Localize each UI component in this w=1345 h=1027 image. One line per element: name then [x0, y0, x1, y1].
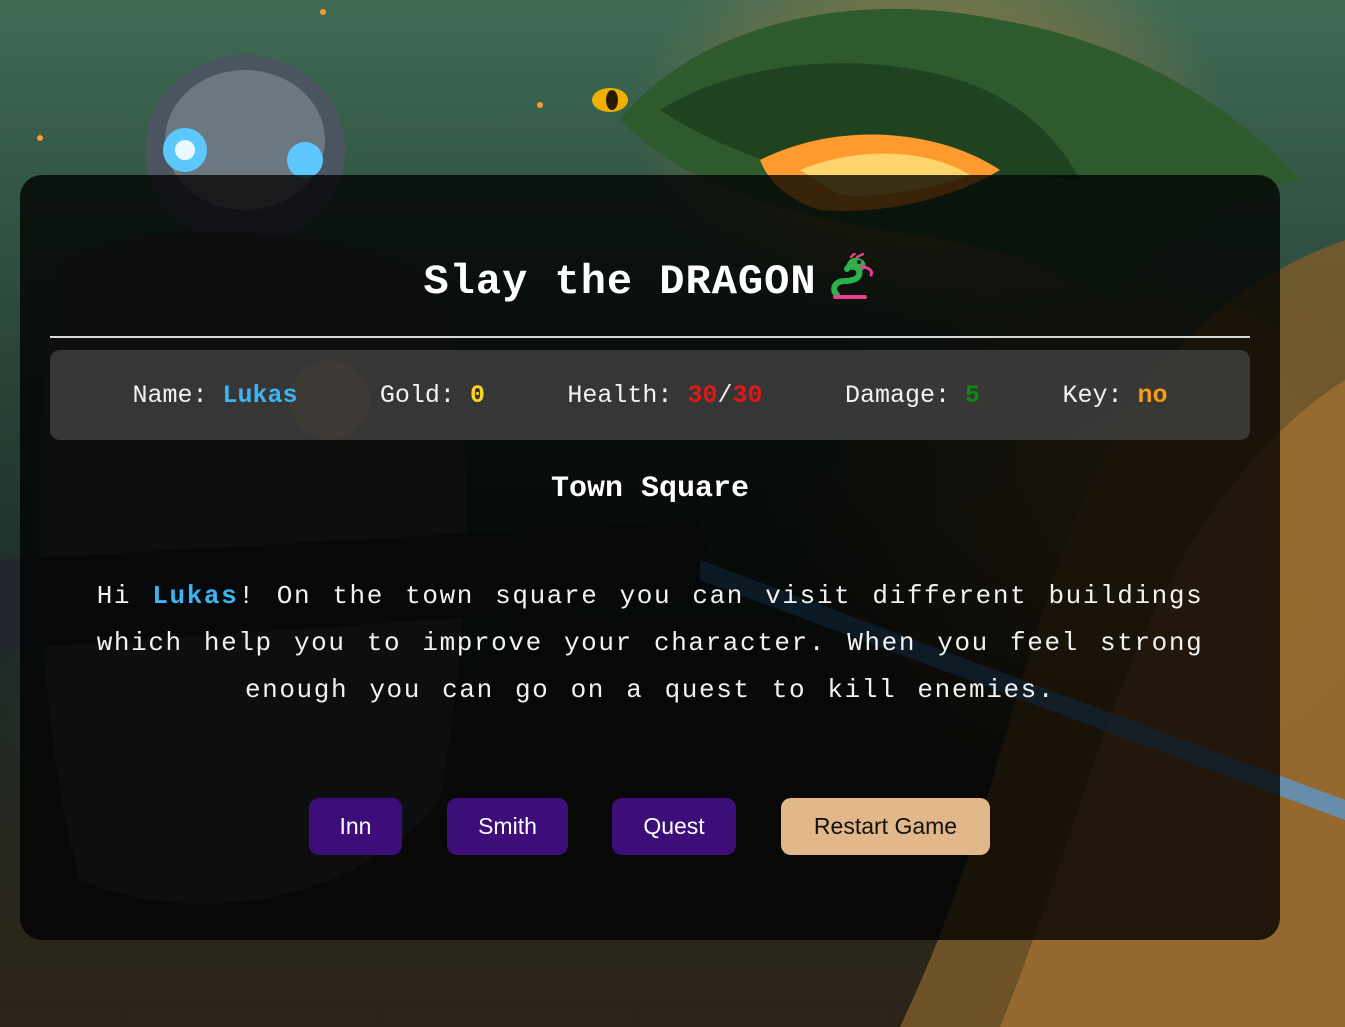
stat-damage-value: 5	[964, 380, 980, 410]
description-greeting: Hi	[96, 581, 153, 611]
stat-health-separator: /	[717, 380, 733, 410]
quest-button[interactable]: Quest	[612, 798, 736, 855]
game-title-text: Slay the DRAGON	[423, 258, 817, 306]
stat-damage: Damage: 5	[845, 381, 980, 410]
location-title: Town Square	[550, 472, 750, 506]
action-buttons: Inn Smith Quest Restart Game	[20, 798, 1280, 856]
smith-button[interactable]: Smith	[447, 798, 568, 855]
inn-button[interactable]: Inn	[309, 798, 402, 855]
stat-gold-value: 0	[469, 380, 485, 410]
stats-bar: Name: Lukas Gold: 0 Health: 30/30 Damage…	[50, 350, 1250, 440]
stat-health-max: 30	[732, 380, 763, 410]
stat-gold-label: Gold:	[379, 380, 455, 410]
stat-gold: Gold: 0	[380, 381, 485, 410]
stat-key-label: Key:	[1062, 380, 1123, 410]
stat-health: Health: 30/30	[567, 381, 762, 410]
game-title: Slay the DRAGON	[20, 251, 1280, 306]
title-divider	[50, 336, 1250, 338]
stat-health-current: 30	[687, 380, 718, 410]
restart-game-button[interactable]: Restart Game	[781, 798, 990, 855]
stat-name-value: Lukas	[222, 380, 298, 410]
dragon-emoji-icon	[825, 251, 877, 301]
stat-health-label: Health:	[567, 380, 673, 410]
stat-name: Name: Lukas	[132, 381, 297, 410]
stat-name-label: Name:	[132, 380, 208, 410]
game-panel: Slay the DRAGON Name: Lukas Gold: 0 Heal…	[20, 175, 1280, 940]
description-body: ! On the town square you can visit diffe…	[96, 581, 1204, 705]
stat-key-value: no	[1137, 380, 1168, 410]
stat-damage-label: Damage:	[844, 380, 950, 410]
location-description: Hi Lukas! On the town square you can vis…	[66, 573, 1234, 714]
stat-key: Key: no	[1062, 381, 1167, 410]
description-player-name: Lukas	[152, 581, 239, 611]
